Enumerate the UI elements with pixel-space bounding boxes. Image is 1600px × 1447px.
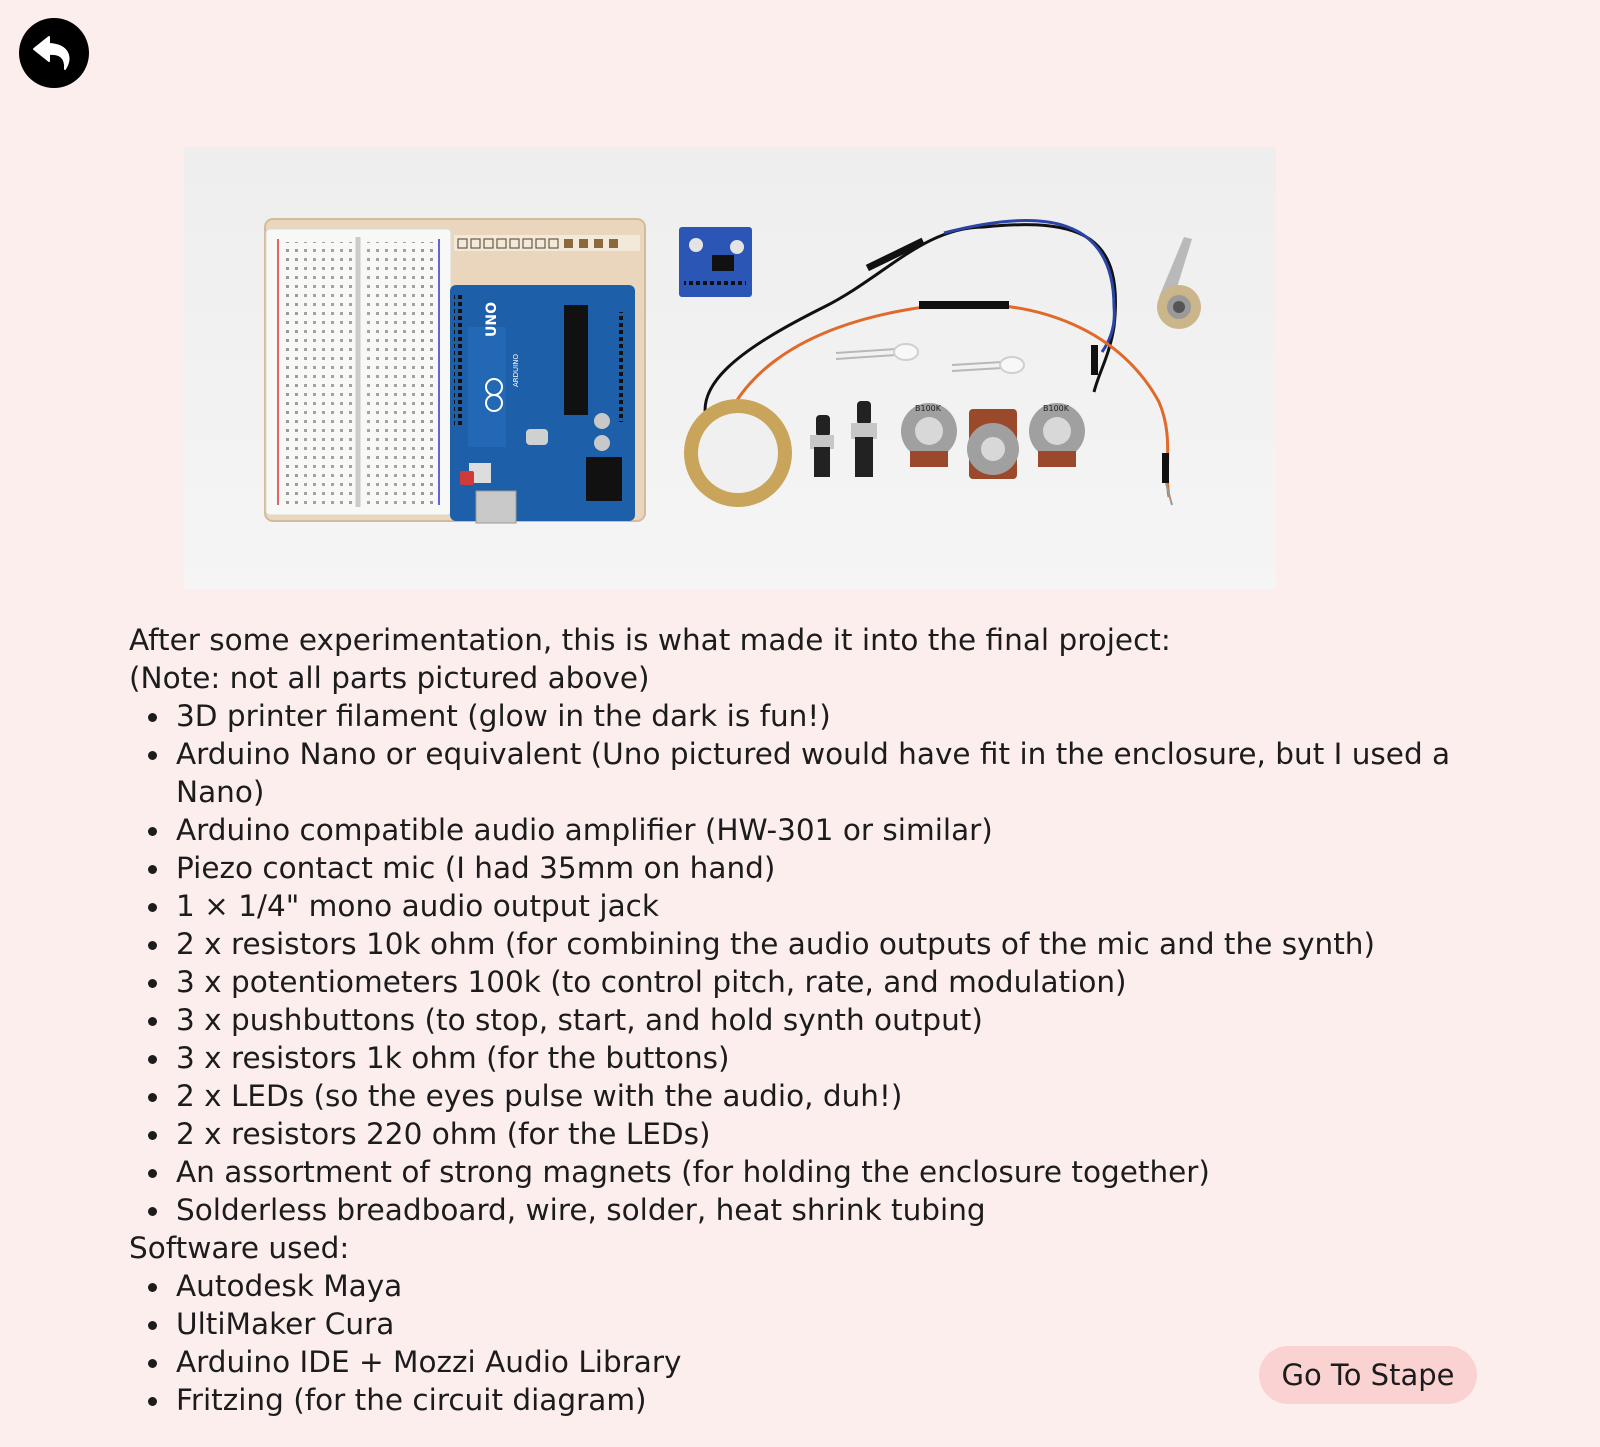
list-item: 2 x resistors 10k ohm (for combining the… bbox=[148, 925, 1509, 963]
list-item: 3D printer filament (glow in the dark is… bbox=[148, 697, 1509, 735]
software-heading: Software used: bbox=[129, 1231, 350, 1265]
list-item: 3 x resistors 1k ohm (for the buttons) bbox=[148, 1039, 1509, 1077]
list-item: Arduino compatible audio amplifier (HW-3… bbox=[148, 811, 1509, 849]
list-item: Autodesk Maya bbox=[148, 1267, 1509, 1305]
list-item: 2 x LEDs (so the eyes pulse with the aud… bbox=[148, 1077, 1509, 1115]
parts-list-section: After some experimentation, this is what… bbox=[129, 621, 1509, 1419]
intro-text: After some experimentation, this is what… bbox=[129, 623, 1171, 657]
back-button[interactable] bbox=[19, 18, 89, 88]
list-item: UltiMaker Cura bbox=[148, 1305, 1509, 1343]
list-item: An assortment of strong magnets (for hol… bbox=[148, 1153, 1509, 1191]
list-item: Solderless breadboard, wire, solder, hea… bbox=[148, 1191, 1509, 1229]
go-to-stape-button[interactable]: Go To Stape bbox=[1259, 1346, 1477, 1404]
photo-pot3-label: B100K bbox=[1043, 404, 1070, 413]
list-item: Arduino Nano or equivalent (Uno pictured… bbox=[148, 735, 1509, 811]
arduino-uno-board: UNO ARDUINO bbox=[450, 285, 635, 524]
list-item: Piezo contact mic (I had 35mm on hand) bbox=[148, 849, 1509, 887]
parts-list: 3D printer filament (glow in the dark is… bbox=[129, 697, 1509, 1229]
undo-arrow-icon bbox=[33, 36, 70, 70]
list-item: 1 × 1/4" mono audio output jack bbox=[148, 887, 1509, 925]
list-item: 3 x potentiometers 100k (to control pitc… bbox=[148, 963, 1509, 1001]
photo-arduino-label: ARDUINO bbox=[512, 354, 520, 387]
note-text: (Note: not all parts pictured above) bbox=[129, 661, 650, 695]
components-photo: UNO ARDUINO B100K B100K bbox=[184, 147, 1276, 589]
list-item: 2 x resistors 220 ohm (for the LEDs) bbox=[148, 1115, 1509, 1153]
list-item: 3 x pushbuttons (to stop, start, and hol… bbox=[148, 1001, 1509, 1039]
amplifier-board bbox=[679, 227, 752, 297]
photo-pot1-label: B100K bbox=[915, 404, 942, 413]
photo-uno-label: UNO bbox=[484, 302, 500, 337]
piezo-disc bbox=[684, 399, 792, 507]
